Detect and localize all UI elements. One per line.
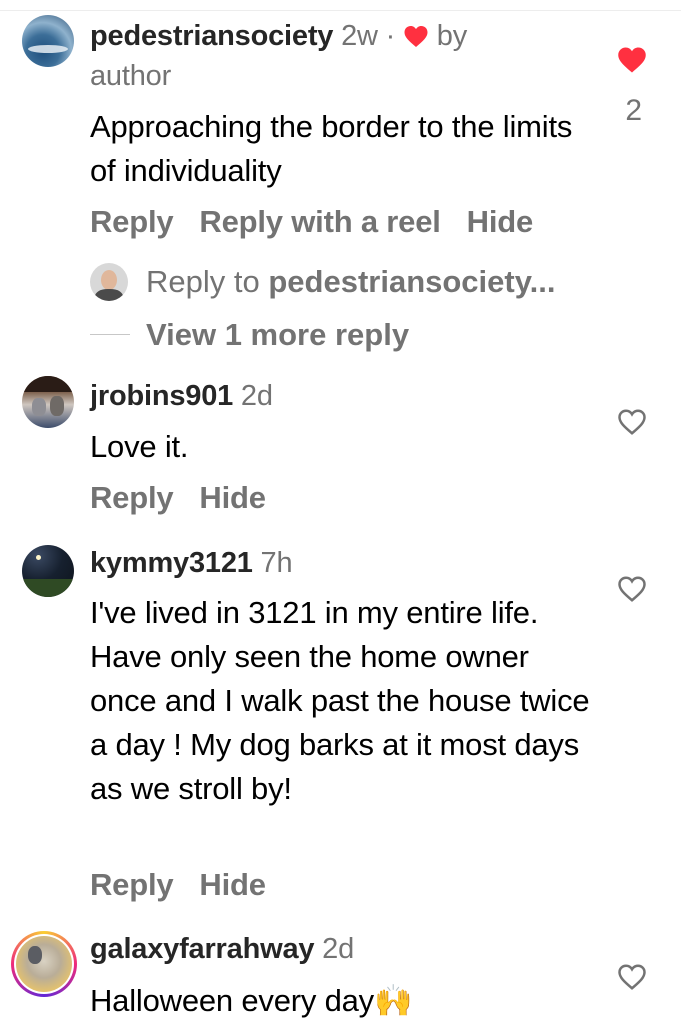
comment-actions: Reply Hide xyxy=(90,480,292,516)
reply-target: pedestriansociety... xyxy=(268,264,556,299)
comment-time: 7h xyxy=(260,547,293,579)
username[interactable]: jrobins901 xyxy=(90,380,233,412)
comment-text: Love it. xyxy=(90,429,189,464)
liked-by-label: by xyxy=(436,20,468,52)
liked-by-author: author xyxy=(90,60,172,92)
heart-icon[interactable] xyxy=(617,963,647,991)
reply-button[interactable]: Reply xyxy=(90,480,174,515)
reply-button[interactable]: Reply xyxy=(90,204,174,239)
reply-to-prompt[interactable]: Reply to pedestriansociety... xyxy=(146,264,556,300)
username[interactable]: pedestriansociety xyxy=(90,20,333,52)
heart-filled-icon xyxy=(404,26,428,47)
avatar[interactable] xyxy=(11,931,77,997)
reply-with-reel-button[interactable]: Reply with a reel xyxy=(199,204,440,239)
comment-header: pedestriansociety 2w · by xyxy=(90,20,467,53)
reply-prefix: Reply to xyxy=(146,264,260,299)
like-count: 2 xyxy=(625,94,642,127)
comment-header: kymmy3121 7h xyxy=(90,547,293,580)
comment-time: 2w xyxy=(341,20,378,52)
avatar[interactable] xyxy=(22,15,74,67)
avatar[interactable] xyxy=(22,545,74,597)
username[interactable]: galaxyfarrahway xyxy=(90,933,315,965)
username[interactable]: kymmy3121 xyxy=(90,547,253,579)
comment-header: jrobins901 2d xyxy=(90,380,273,413)
avatar xyxy=(90,263,128,301)
raised-hands-emoji: 🙌 xyxy=(373,983,413,1018)
reply-button[interactable]: Reply xyxy=(90,867,174,902)
comment-text-content: Halloween every day xyxy=(90,983,374,1018)
view-more-replies-button[interactable]: View 1 more reply xyxy=(146,317,409,353)
comment-time: 2d xyxy=(240,380,273,412)
comment-text: Halloween every day🙌 xyxy=(90,979,600,1023)
heart-icon[interactable] xyxy=(617,408,647,436)
comment-actions: Reply Reply with a reel Hide xyxy=(90,204,559,240)
comment-time: 2d xyxy=(322,933,355,965)
comment-header: galaxyfarrahway 2d xyxy=(90,933,354,966)
hide-button[interactable]: Hide xyxy=(199,867,266,902)
comment-actions: Reply Hide xyxy=(90,867,292,903)
comment-text: I've lived in 3121 in my entire life. Ha… xyxy=(90,595,590,806)
hide-button[interactable]: Hide xyxy=(467,204,534,239)
divider xyxy=(90,334,130,335)
hide-button[interactable]: Hide xyxy=(199,480,266,515)
comment-text: Approaching the border to the limits of … xyxy=(90,109,573,188)
heart-filled-icon[interactable] xyxy=(617,46,647,74)
avatar[interactable] xyxy=(22,376,74,428)
heart-icon[interactable] xyxy=(617,575,647,603)
separator: · xyxy=(385,20,396,52)
divider xyxy=(0,10,681,11)
